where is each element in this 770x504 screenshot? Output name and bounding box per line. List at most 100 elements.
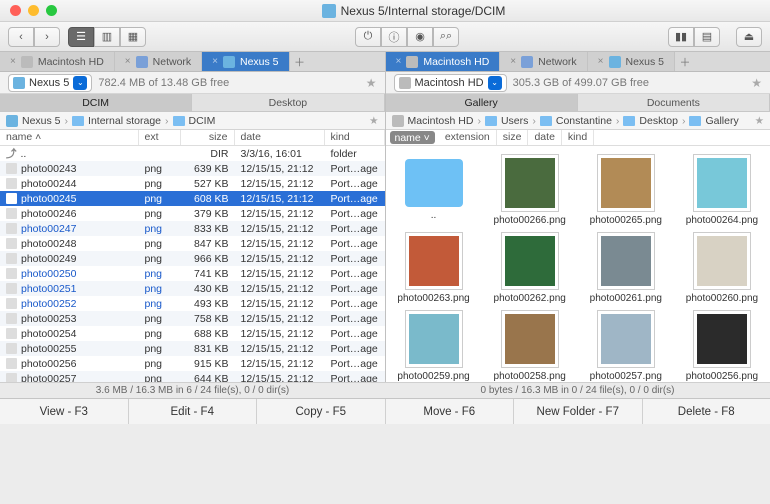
info-button[interactable]: ⓘ: [381, 27, 407, 47]
quicklook-button[interactable]: ◉: [407, 27, 433, 47]
grid-item[interactable]: photo00265.png: [584, 154, 668, 226]
close-tab-icon[interactable]: ×: [510, 56, 516, 67]
close-tab-icon[interactable]: ×: [125, 56, 131, 67]
category-tab[interactable]: Desktop: [192, 94, 384, 111]
col-date[interactable]: date: [235, 130, 325, 145]
close-tab-icon[interactable]: ×: [396, 56, 402, 67]
favorite-icon[interactable]: ★: [755, 115, 764, 127]
close-tab-icon[interactable]: ×: [212, 56, 218, 67]
file-row[interactable]: photo00250png741 KB12/15/15, 21:12Port…a…: [0, 266, 385, 281]
crumb-item[interactable]: Desktop: [639, 115, 678, 127]
file-row[interactable]: photo00246png379 KB12/15/15, 21:12Port…a…: [0, 206, 385, 221]
col-size[interactable]: size: [181, 130, 235, 145]
col-date[interactable]: date: [528, 130, 561, 145]
grid-item[interactable]: photo00260.png: [680, 232, 764, 304]
grid-item[interactable]: photo00264.png: [680, 154, 764, 226]
add-tab-button[interactable]: ＋: [290, 52, 310, 71]
close-window-button[interactable]: [10, 5, 21, 16]
command-button[interactable]: New Folder - F7: [514, 399, 643, 424]
crumb-item[interactable]: Nexus 5: [22, 115, 61, 127]
grid-label: photo00266.png: [494, 215, 566, 226]
favorite-icon[interactable]: ★: [366, 76, 377, 90]
grid-item[interactable]: ..: [392, 154, 476, 226]
col-kind[interactable]: kind: [325, 130, 385, 145]
category-tab[interactable]: Documents: [578, 94, 770, 111]
minimize-window-button[interactable]: [28, 5, 39, 16]
file-row[interactable]: ⤴..DIR3/3/16, 16:01folder: [0, 146, 385, 161]
toggle-button[interactable]: ⏻: [355, 27, 381, 47]
col-kind[interactable]: kind: [562, 130, 594, 145]
terminal-button[interactable]: ▤: [694, 27, 720, 47]
file-row[interactable]: photo00257png644 KB12/15/15, 21:12Port…a…: [0, 371, 385, 382]
device-selector[interactable]: Macintosh HD⌄: [394, 74, 507, 92]
col-ext[interactable]: ext: [139, 130, 181, 145]
view-icons-button[interactable]: ▦: [120, 27, 146, 47]
grid-item[interactable]: photo00257.png: [584, 310, 668, 382]
file-row[interactable]: photo00253png758 KB12/15/15, 21:12Port…a…: [0, 311, 385, 326]
file-row[interactable]: photo00256png915 KB12/15/15, 21:12Port…a…: [0, 356, 385, 371]
col-name[interactable]: name ˄: [0, 130, 139, 145]
close-tab-icon[interactable]: ×: [598, 56, 604, 67]
file-row[interactable]: photo00252png493 KB12/15/15, 21:12Port…a…: [0, 296, 385, 311]
file-row[interactable]: photo00247png833 KB12/15/15, 21:12Port…a…: [0, 221, 385, 236]
file-ext: png: [139, 193, 181, 205]
favorite-icon[interactable]: ★: [369, 115, 378, 127]
command-button[interactable]: Delete - F8: [643, 399, 770, 424]
grid-item[interactable]: photo00259.png: [392, 310, 476, 382]
category-tab[interactable]: Gallery: [386, 94, 578, 111]
file-kind: Port…age: [325, 163, 385, 175]
grid-item[interactable]: photo00266.png: [488, 154, 572, 226]
eject-button[interactable]: ⏏: [736, 27, 762, 47]
back-button[interactable]: ‹: [8, 27, 34, 47]
command-button[interactable]: Move - F6: [386, 399, 515, 424]
file-row[interactable]: photo00245png608 KB12/15/15, 21:12Port…a…: [0, 191, 385, 206]
free-space-label: 305.3 GB of 499.07 GB free: [513, 77, 649, 89]
grid-item[interactable]: photo00261.png: [584, 232, 668, 304]
crumb-item[interactable]: Macintosh HD: [408, 115, 474, 127]
panel-tab[interactable]: ×Nexus 5: [588, 52, 675, 71]
col-size[interactable]: size: [497, 130, 529, 145]
panel-tab[interactable]: ×Network: [115, 52, 202, 71]
file-row[interactable]: photo00243png639 KB12/15/15, 21:12Port…a…: [0, 161, 385, 176]
command-button[interactable]: View - F3: [0, 399, 129, 424]
grid-item[interactable]: photo00258.png: [488, 310, 572, 382]
grid-item[interactable]: photo00256.png: [680, 310, 764, 382]
zoom-window-button[interactable]: [46, 5, 57, 16]
thumbnail: [405, 310, 463, 368]
view-columns-button[interactable]: ▥: [94, 27, 120, 47]
crumb-item[interactable]: Internal storage: [88, 115, 161, 127]
grid-item[interactable]: photo00262.png: [488, 232, 572, 304]
file-row[interactable]: photo00249png966 KB12/15/15, 21:12Port…a…: [0, 251, 385, 266]
category-tab[interactable]: DCIM: [0, 94, 192, 111]
col-name[interactable]: name ˅: [390, 131, 435, 144]
crumb-item[interactable]: Users: [501, 115, 528, 127]
command-button[interactable]: Copy - F5: [257, 399, 386, 424]
panel-tab[interactable]: ×Macintosh HD: [0, 52, 115, 71]
panel-tab[interactable]: ×Nexus 5: [202, 52, 289, 71]
grid-item[interactable]: photo00263.png: [392, 232, 476, 304]
device-selector[interactable]: Nexus 5⌄: [8, 74, 92, 92]
close-tab-icon[interactable]: ×: [10, 56, 16, 67]
file-row[interactable]: photo00254png688 KB12/15/15, 21:12Port…a…: [0, 326, 385, 341]
col-ext[interactable]: extension: [439, 130, 497, 145]
add-tab-button[interactable]: ＋: [675, 52, 695, 71]
dual-pane-button[interactable]: ▮▮: [668, 27, 694, 47]
icon-grid[interactable]: .. photo00266.png photo00265.pngphoto00264…: [386, 146, 770, 382]
file-name: photo00250: [21, 268, 76, 280]
crumb-item[interactable]: Constantine: [556, 115, 612, 127]
panel-tab[interactable]: ×Network: [500, 52, 587, 71]
forward-button[interactable]: ›: [34, 27, 60, 47]
file-row[interactable]: photo00244png527 KB12/15/15, 21:12Port…a…: [0, 176, 385, 191]
crumb-item[interactable]: Gallery: [705, 115, 738, 127]
search-button[interactable]: ⌕⌕: [433, 27, 459, 47]
file-row[interactable]: photo00251png430 KB12/15/15, 21:12Port…a…: [0, 281, 385, 296]
favorite-icon[interactable]: ★: [751, 76, 762, 90]
crumb-item[interactable]: DCIM: [189, 115, 216, 127]
view-list-button[interactable]: ☰: [68, 27, 94, 47]
file-row[interactable]: photo00248png847 KB12/15/15, 21:12Port…a…: [0, 236, 385, 251]
file-list[interactable]: ⤴..DIR3/3/16, 16:01folderphoto00243png63…: [0, 146, 385, 382]
command-bar: View - F3Edit - F4Copy - F5Move - F6New …: [0, 398, 770, 424]
file-row[interactable]: photo00255png831 KB12/15/15, 21:12Port…a…: [0, 341, 385, 356]
panel-tab[interactable]: ×Macintosh HD: [386, 52, 501, 71]
command-button[interactable]: Edit - F4: [129, 399, 258, 424]
